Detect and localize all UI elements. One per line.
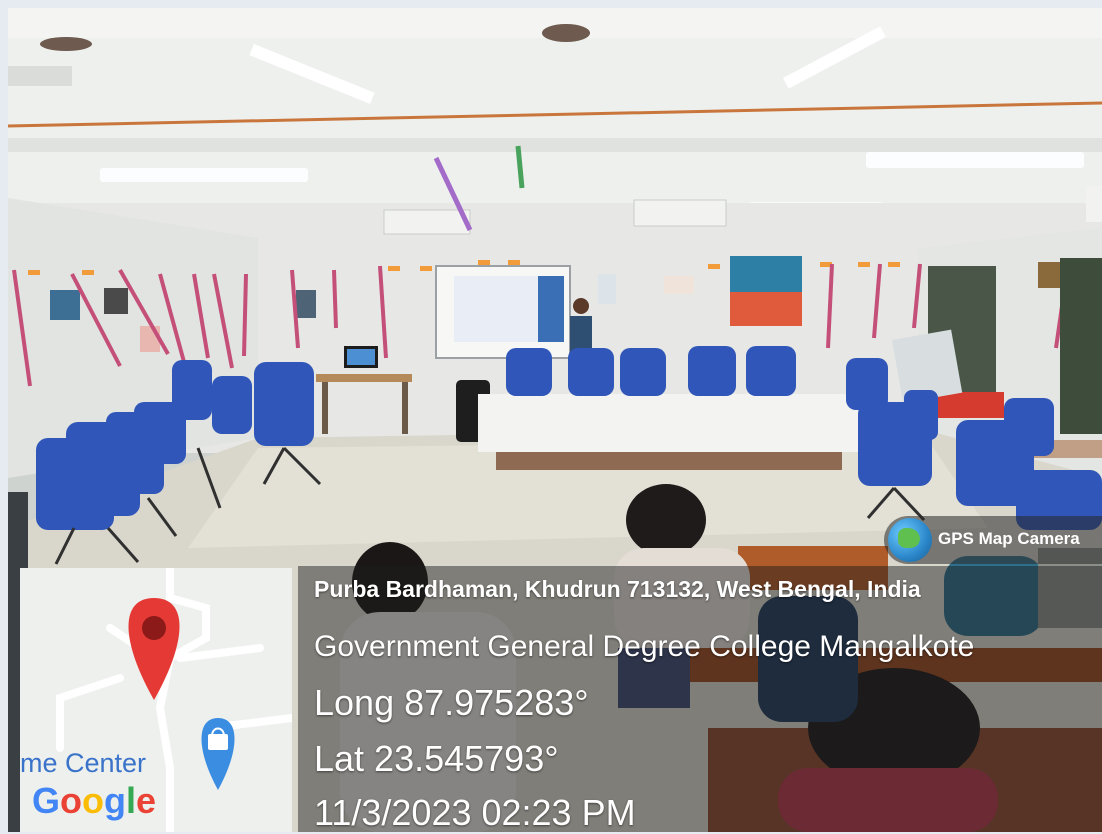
shopping-bag-icon — [201, 718, 235, 790]
location-overlay: Purba Bardhaman, Khudrun 713132, West Be… — [298, 566, 1102, 833]
map-pin-icon — [128, 598, 180, 700]
gps-badge-label: GPS Map Camera — [938, 529, 1080, 548]
google-logo: Google — [32, 780, 157, 821]
longitude-text: Long 87.975283° — [314, 682, 589, 723]
place-name: Government General Degree College Mangal… — [314, 630, 975, 663]
globe-icon — [888, 518, 932, 562]
datetime-text: 11/3/2023 02:23 PM — [314, 792, 636, 833]
photo-frame: me Center Google GPS Map Camera Purba Ba… — [0, 0, 1102, 833]
gps-map-camera-badge: GPS Map Camera — [884, 516, 1102, 564]
latitude-text: Lat 23.545793° — [314, 738, 559, 779]
map-place-label: me Center — [20, 748, 147, 778]
mini-map[interactable]: me Center Google — [20, 568, 292, 832]
address-text: Purba Bardhaman, Khudrun 713132, West Be… — [314, 576, 921, 602]
